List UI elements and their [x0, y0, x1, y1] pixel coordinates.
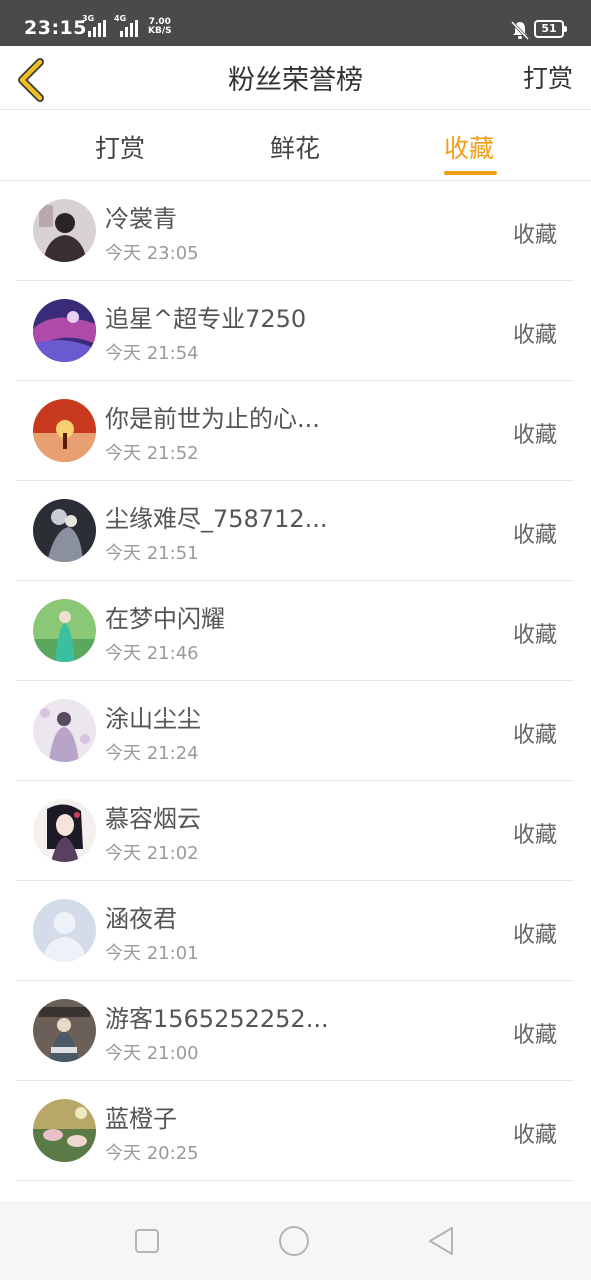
- list-item[interactable]: 追星^超专业7250 今天 21:54 收藏: [0, 281, 591, 381]
- fan-time: 今天 21:01: [105, 943, 199, 964]
- signal-icon-2: 4G: [114, 15, 146, 37]
- fan-time: 今天 21:00: [105, 1043, 199, 1064]
- fan-action: 收藏: [512, 523, 557, 548]
- list-item[interactable]: 涵夜君 今天 21:01 收藏: [0, 881, 591, 981]
- tab-favorites[interactable]: 收藏: [444, 129, 494, 165]
- fan-time: 今天 21:24: [105, 743, 199, 764]
- list-item[interactable]: 慕容烟云 今天 21:02 收藏: [0, 781, 591, 881]
- system-nav-bar: [0, 1201, 591, 1280]
- list-item[interactable]: 涂山尘尘 今天 21:24 收藏: [0, 681, 591, 781]
- fan-action: 收藏: [512, 1123, 557, 1148]
- list-item[interactable]: 你是前世为止的心... 今天 21:52 收藏: [0, 381, 591, 481]
- back-icon[interactable]: [426, 1225, 458, 1257]
- avatar: [33, 699, 96, 762]
- avatar: [33, 799, 96, 862]
- status-time: 23:15: [24, 17, 87, 39]
- fan-time: 今天 21:51: [105, 543, 199, 564]
- nav-bar: 粉丝荣誉榜 打赏: [0, 46, 591, 110]
- reward-button[interactable]: 打赏: [523, 59, 573, 95]
- fan-name: 慕容烟云: [105, 805, 201, 833]
- avatar: [33, 199, 96, 262]
- fan-time: 今天 21:02: [105, 843, 199, 864]
- home-icon[interactable]: [278, 1225, 310, 1257]
- signal-icon: 3G: [82, 15, 112, 37]
- fan-time: 今天 20:25: [105, 1143, 199, 1164]
- list-item[interactable]: 游客1565252252... 今天 21:00 收藏: [0, 981, 591, 1081]
- fan-time: 今天 23:05: [105, 243, 199, 264]
- status-bar: 23:15 3G 4G 7.00 KB/S 51: [0, 0, 591, 46]
- fan-name: 游客1565252252...: [105, 1005, 329, 1033]
- list-item[interactable]: 在梦中闪耀 今天 21:46 收藏: [0, 581, 591, 681]
- fan-action: 收藏: [512, 223, 557, 248]
- list-item[interactable]: 蓝橙子 今天 20:25 收藏: [0, 1081, 591, 1181]
- list-item[interactable]: 冷裳青 今天 23:05 收藏: [0, 181, 591, 281]
- fan-name: 涵夜君: [105, 905, 177, 933]
- fan-action: 收藏: [512, 823, 557, 848]
- fan-name: 涂山尘尘: [105, 705, 201, 733]
- fan-name: 你是前世为止的心...: [105, 405, 320, 433]
- avatar: [33, 499, 96, 562]
- fan-time: 今天 21:46: [105, 643, 199, 664]
- avatar: [33, 999, 96, 1062]
- list-item[interactable]: 尘缘难尽_758712... 今天 21:51 收藏: [0, 481, 591, 581]
- notifications-off-icon: [511, 20, 529, 40]
- fan-action: 收藏: [512, 1023, 557, 1048]
- recent-apps-icon[interactable]: [131, 1225, 163, 1257]
- avatar: [33, 399, 96, 462]
- avatar: [33, 1099, 96, 1162]
- fan-action: 收藏: [512, 723, 557, 748]
- fan-time: 今天 21:52: [105, 443, 199, 464]
- active-tab-indicator: [444, 171, 497, 175]
- tab-flowers[interactable]: 鲜花: [270, 129, 320, 165]
- fan-name: 冷裳青: [105, 205, 177, 233]
- page-title: 粉丝荣誉榜: [228, 65, 363, 96]
- avatar: [33, 899, 96, 962]
- fan-action: 收藏: [512, 623, 557, 648]
- fan-name: 在梦中闪耀: [105, 605, 225, 633]
- tab-reward[interactable]: 打赏: [95, 129, 145, 165]
- default-avatar-icon: [33, 899, 96, 962]
- network-speed: 7.00 KB/S: [148, 18, 172, 36]
- tab-bar: 打赏 鲜花 收藏: [0, 111, 591, 181]
- fan-name: 蓝橙子: [105, 1105, 177, 1133]
- avatar: [33, 299, 96, 362]
- speed-unit: KB/S: [148, 26, 172, 36]
- fan-action: 收藏: [512, 323, 557, 348]
- fan-time: 今天 21:54: [105, 343, 199, 364]
- fan-name: 尘缘难尽_758712...: [105, 505, 328, 533]
- avatar: [33, 599, 96, 662]
- divider: [16, 1180, 574, 1181]
- fan-action: 收藏: [512, 923, 557, 948]
- fan-action: 收藏: [512, 423, 557, 448]
- fan-name: 追星^超专业7250: [105, 305, 307, 333]
- battery-icon: 51: [534, 20, 567, 38]
